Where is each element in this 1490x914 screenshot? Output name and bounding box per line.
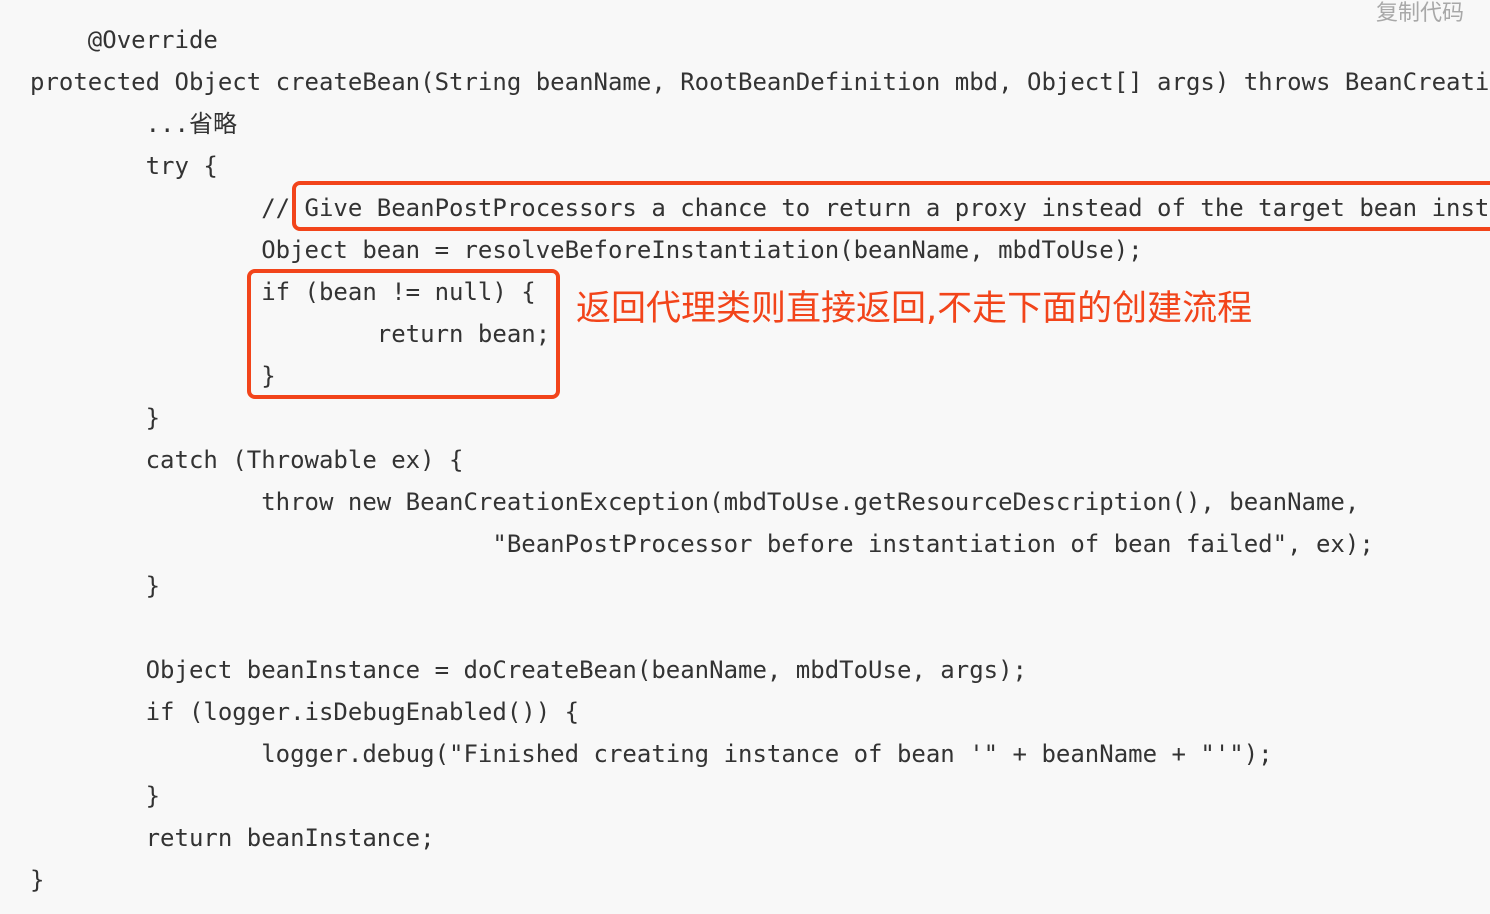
code-line: } xyxy=(30,362,276,390)
code-line: Object bean = resolveBeforeInstantiation… xyxy=(30,236,1143,264)
code-line: "BeanPostProcessor before instantiation … xyxy=(30,530,1374,558)
code-line: ...省略 xyxy=(30,110,237,138)
code-line: if (logger.isDebugEnabled()) { xyxy=(30,698,580,726)
code-line: protected Object createBean(String beanN… xyxy=(30,68,1490,96)
code-block: 复制代码 @Override protected Object createBe… xyxy=(0,0,1490,914)
null-check-highlight-box xyxy=(247,269,560,399)
code-line: return beanInstance; xyxy=(30,824,435,852)
comment-highlight-box xyxy=(292,181,1490,231)
code-line: Object beanInstance = doCreateBean(beanN… xyxy=(30,656,1027,684)
proxy-return-annotation: 返回代理类则直接返回,不走下面的创建流程 xyxy=(576,289,1253,329)
code-line: @Override xyxy=(30,26,218,54)
code-line: catch (Throwable ex) { xyxy=(30,446,464,474)
code-line: } xyxy=(30,866,45,894)
code-line: } xyxy=(30,572,161,600)
copy-code-button[interactable]: 复制代码 xyxy=(1376,0,1464,28)
code-line: throw new BeanCreationException(mbdToUse… xyxy=(30,488,1360,516)
code-line: } xyxy=(30,782,161,810)
code-line: logger.debug("Finished creating instance… xyxy=(30,740,1273,768)
code-line: } xyxy=(30,404,161,432)
code-line: try { xyxy=(30,152,218,180)
